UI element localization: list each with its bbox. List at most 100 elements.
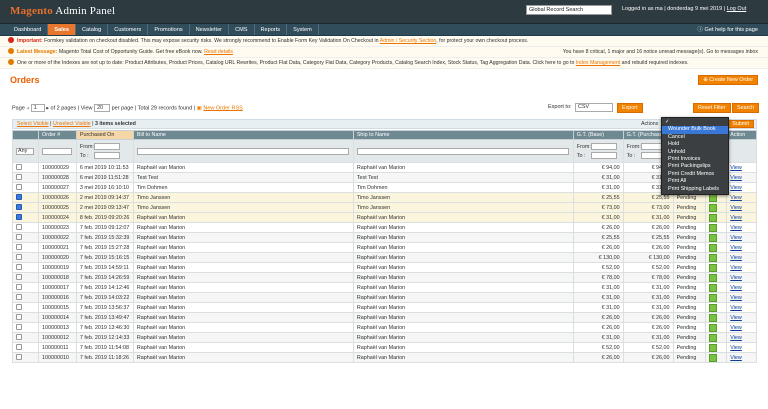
prev-page-icon[interactable]: ◂ (26, 105, 29, 111)
export-format-select[interactable]: CSV (575, 103, 613, 112)
row-checkbox[interactable] (16, 324, 22, 331)
row-checkbox-cell[interactable] (12, 252, 39, 263)
nav-item-system[interactable]: System (287, 24, 319, 35)
message-link[interactable]: Read details (204, 49, 233, 55)
magento-logo[interactable]: Magento Admin Panel (10, 5, 115, 17)
view-link[interactable]: View (730, 275, 742, 281)
mass-actions-dropdown[interactable]: ✓ Wounder Bulk Book Cancel Hold Unhold Print … (661, 117, 729, 196)
action-option[interactable]: Hold (662, 141, 728, 148)
table-row[interactable]: 100000029 6 mei 2019 10:11:53 Raphaël van … (12, 162, 757, 173)
view-link[interactable]: View (730, 315, 742, 321)
row-checkbox-cell[interactable] (12, 322, 39, 333)
row-checkbox-cell[interactable] (12, 342, 39, 353)
row-checkbox[interactable] (16, 284, 22, 291)
row-checkbox[interactable] (16, 274, 22, 281)
view-link[interactable]: View (730, 335, 742, 341)
row-checkbox-cell[interactable] (12, 172, 39, 183)
view-link[interactable]: View (730, 165, 742, 171)
view-link[interactable]: View (730, 235, 742, 241)
new-order-rss-link[interactable]: New Order RSS (203, 105, 242, 111)
message-link[interactable]: Index Management (576, 60, 620, 66)
action-option[interactable]: Unhold (662, 149, 728, 156)
per-page-select[interactable]: 20 (94, 104, 111, 112)
row-checkbox-cell[interactable] (12, 332, 39, 343)
row-checkbox[interactable] (16, 334, 22, 341)
row-checkbox[interactable] (16, 254, 22, 261)
view-link[interactable]: View (730, 345, 742, 351)
row-checkbox[interactable] (16, 204, 22, 211)
column-header-2[interactable]: Purchased On (75, 130, 134, 140)
nav-item-customers[interactable]: Customers (108, 24, 149, 35)
table-row[interactable]: 100000013 7 feb. 2019 13:46:30 Raphaël van… (12, 322, 757, 333)
action-option[interactable]: Print All (662, 178, 728, 185)
row-checkbox-cell[interactable] (12, 282, 39, 293)
reset-filter-button[interactable]: Reset Filter (693, 103, 731, 113)
nav-item-dashboard[interactable]: Dashboard (8, 24, 49, 35)
bill-to-filter[interactable] (136, 147, 349, 155)
view-link[interactable]: View (730, 355, 742, 361)
create-new-order-button[interactable]: ⊕ Create New Order (698, 75, 758, 85)
view-link[interactable]: View (730, 195, 742, 201)
table-row[interactable]: 100000024 8 feb. 2019 09:20:26 Raphaël van… (12, 212, 757, 223)
row-checkbox-cell[interactable] (12, 222, 39, 233)
table-row[interactable]: 100000012 7 feb. 2019 12:14:33 Raphaël van… (12, 332, 757, 343)
column-header-4[interactable]: Ship to Name (352, 130, 574, 140)
row-checkbox[interactable] (16, 314, 22, 321)
row-checkbox-cell[interactable] (12, 292, 39, 303)
table-row[interactable]: 100000026 2 mei 2019 09:14:37 Timo Janssen… (12, 192, 757, 203)
search-button[interactable]: Search (732, 103, 760, 113)
table-row[interactable]: 100000010 7 feb. 2019 11:18:26 Raphaël van… (12, 352, 757, 363)
row-checkbox-cell[interactable] (12, 272, 39, 283)
view-link[interactable]: View (730, 285, 742, 291)
row-checkbox[interactable] (16, 304, 22, 311)
view-link[interactable]: View (730, 225, 742, 231)
row-checkbox-cell[interactable] (12, 202, 39, 213)
purchased-to-filter[interactable] (93, 152, 120, 159)
view-link[interactable]: View (730, 245, 742, 251)
table-row[interactable]: 100000023 7 feb. 2019 09:12:07 Raphaël van… (12, 222, 757, 233)
row-checkbox[interactable] (16, 174, 22, 181)
submit-button[interactable]: Submit (727, 120, 754, 128)
table-row[interactable]: 100000022 7 feb. 2019 15:32:39 Raphaël van… (12, 232, 757, 243)
table-row[interactable]: 100000027 3 mei 2019 16:10:10 Tim Dohmen Ti… (12, 182, 757, 193)
table-row[interactable]: 100000019 7 feb. 2019 14:59:11 Raphaël van… (12, 262, 757, 273)
table-row[interactable]: 100000028 6 mei 2019 11:51:28 Test Test Tes… (12, 172, 757, 183)
action-option[interactable]: Cancel (662, 134, 728, 141)
row-checkbox-cell[interactable] (12, 302, 39, 313)
unselect-visible-link[interactable]: Unselect Visible (53, 121, 91, 127)
row-checkbox-cell[interactable] (12, 182, 39, 193)
row-checkbox[interactable] (16, 344, 22, 351)
ship-to-filter[interactable] (356, 147, 569, 155)
nav-item-promotions[interactable]: Promotions (148, 24, 190, 35)
view-link[interactable]: View (730, 175, 742, 181)
nav-item-sales[interactable]: Sales (48, 24, 76, 35)
message-link[interactable]: Admin / Security Section (380, 38, 437, 44)
column-header-5[interactable]: G.T. (Base) (572, 130, 624, 140)
view-link[interactable]: View (730, 325, 742, 331)
action-option[interactable]: Print Shipping Labels (662, 186, 728, 193)
nav-item-cms[interactable]: CMS (229, 24, 255, 35)
row-checkbox[interactable] (16, 264, 22, 271)
action-option[interactable]: Wounder Bulk Book (662, 126, 728, 134)
gt-base-to-filter[interactable] (590, 152, 617, 159)
table-row[interactable]: 100000018 7 feb. 2019 14:26:59 Raphaël van… (12, 272, 757, 283)
next-page-icon[interactable]: ▸ (46, 105, 49, 111)
column-header-3[interactable]: Bill to Name (132, 130, 354, 140)
export-button[interactable]: Export (617, 103, 643, 113)
action-option[interactable]: Print Credit Memos (662, 171, 728, 178)
row-checkbox-cell[interactable] (12, 352, 39, 363)
row-checkbox[interactable] (16, 234, 22, 241)
action-option[interactable]: ✓ (662, 119, 728, 126)
table-row[interactable]: 100000020 7 feb. 2019 15:16:15 Raphaël van… (12, 252, 757, 263)
row-checkbox[interactable] (16, 244, 22, 251)
action-option[interactable]: Print Invoices (662, 156, 728, 163)
table-row[interactable]: 100000021 7 feb. 2019 15:27:28 Raphaël van… (12, 242, 757, 253)
table-row[interactable]: 100000011 7 feb. 2019 11:54:08 Raphaël van… (12, 342, 757, 353)
row-checkbox-cell[interactable] (12, 192, 39, 203)
nav-item-catalog[interactable]: Catalog (76, 24, 109, 35)
row-checkbox-cell[interactable] (12, 232, 39, 243)
row-checkbox[interactable] (16, 214, 22, 221)
filter-any[interactable]: Any (12, 139, 39, 163)
select-visible-link[interactable]: Select Visible (17, 121, 49, 127)
row-checkbox-cell[interactable] (12, 262, 39, 273)
